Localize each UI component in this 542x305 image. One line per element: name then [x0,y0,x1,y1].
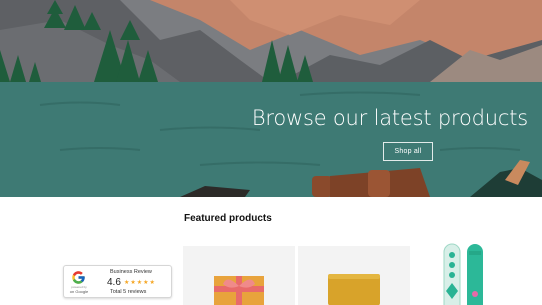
review-score: 4.6 [107,277,121,288]
product-card-snowboard[interactable] [440,243,488,305]
review-on-google: on Google [69,289,89,294]
featured-products-heading: Featured products [184,213,272,224]
hero-heading: Browse our latest products [251,106,528,130]
gift-box-image [214,276,264,305]
review-title: Business Review [110,269,152,275]
soap-bar-image [328,274,380,305]
product-card-gift-box[interactable] [183,246,295,305]
snowboard-image [443,243,483,305]
hero-illustration [0,0,542,197]
review-stars: ★★★★★ [124,280,156,286]
hero-banner: Browse our latest products Shop all [0,0,542,197]
google-logo-icon [72,271,85,284]
product-card-soap-bar[interactable] [298,246,410,305]
google-review-badge[interactable]: powered by on Google Business Review 4.6… [63,265,172,298]
shop-all-button[interactable]: Shop all [383,142,433,161]
review-total: Total 5 reviews [110,289,147,295]
